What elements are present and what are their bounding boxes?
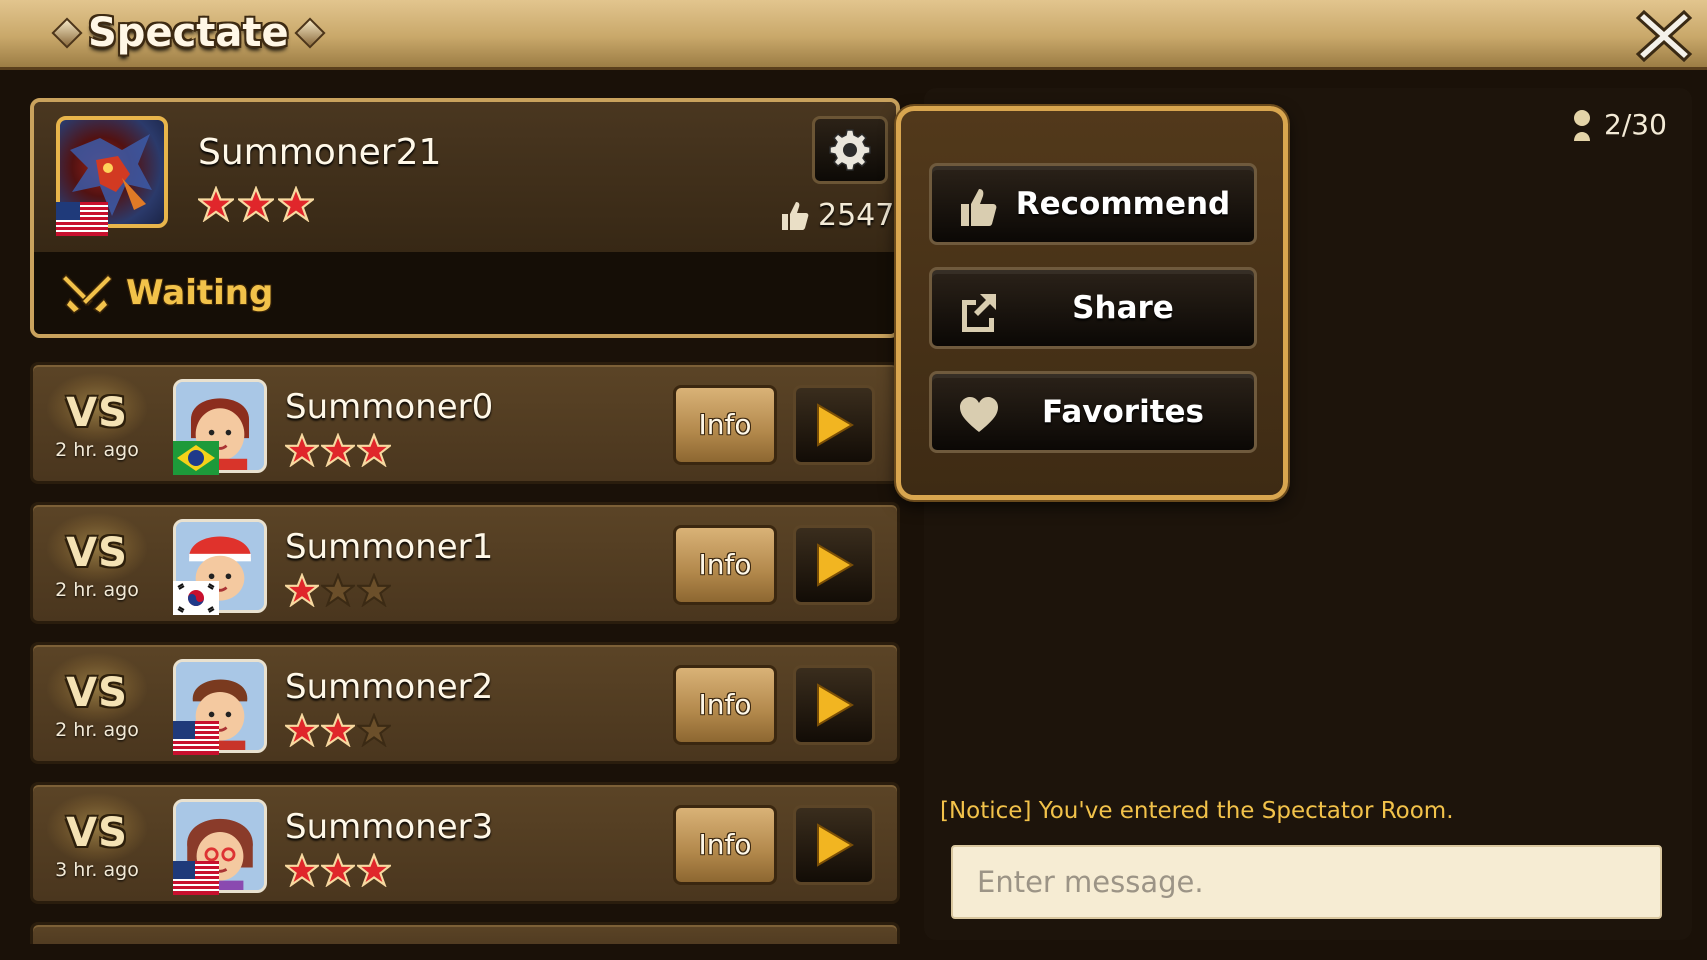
thumbs-up-icon (782, 201, 809, 230)
play-button[interactable] (793, 665, 875, 745)
star-filled-icon (278, 186, 314, 222)
play-icon (817, 823, 854, 867)
play-button[interactable] (793, 385, 875, 465)
diamond-ornament-icon (294, 17, 326, 49)
star-filled-icon (321, 433, 355, 467)
us-flag-icon (56, 202, 108, 236)
star-filled-icon (285, 573, 319, 607)
play-button[interactable] (793, 525, 875, 605)
message-input[interactable] (951, 845, 1662, 919)
options-popup: Recommend Share Favorites (896, 106, 1288, 500)
match-time: 2 hr. ago (55, 439, 139, 461)
match-row-partial (30, 922, 900, 944)
brazil-flag-icon (173, 441, 219, 475)
play-icon (817, 683, 854, 727)
star-filled-icon (285, 713, 319, 747)
us-flag-icon (173, 721, 219, 755)
host-status: Waiting (126, 273, 274, 313)
star-empty-icon (321, 573, 355, 607)
page-title: Spectate (88, 10, 289, 56)
star-filled-icon (321, 713, 355, 747)
close-x-icon (1635, 9, 1693, 63)
close-button[interactable] (1634, 6, 1694, 66)
play-button[interactable] (793, 805, 875, 885)
info-button[interactable]: Info (673, 525, 777, 605)
player-name: Summoner1 (285, 527, 494, 567)
player-star-rating (285, 713, 391, 747)
star-filled-icon (321, 853, 355, 887)
star-filled-icon (285, 853, 319, 887)
info-button[interactable]: Info (673, 385, 777, 465)
host-status-bar: Waiting (34, 252, 896, 334)
vs-label: VS (66, 810, 128, 856)
title-bar: Spectate (0, 0, 1707, 70)
crossed-swords-icon (62, 273, 112, 314)
star-empty-icon (357, 573, 391, 607)
match-time: 3 hr. ago (55, 859, 139, 881)
likes-display: 2547 (780, 198, 894, 233)
info-button[interactable]: Info (673, 665, 777, 745)
star-filled-icon (357, 853, 391, 887)
player-name: Summoner2 (285, 667, 494, 707)
star-filled-icon (238, 186, 274, 222)
vs-label: VS (66, 390, 128, 436)
player-name: Summoner3 (285, 807, 494, 847)
recommend-button[interactable]: Recommend (929, 163, 1257, 245)
share-label: Share (1072, 290, 1174, 326)
share-button[interactable]: Share (929, 267, 1257, 349)
person-icon (1574, 109, 1590, 141)
favorites-label: Favorites (1042, 394, 1204, 430)
title-wrap: Spectate (51, 10, 326, 56)
likes-count: 2547 (818, 198, 895, 233)
room-count-text: 2/30 (1604, 108, 1667, 141)
vs-badge: VS 2 hr. ago (37, 373, 157, 477)
spectate-list: Summoner21 2547 Waiting VS 2 hr. ago Sum… (30, 94, 900, 944)
star-empty-icon (357, 713, 391, 747)
host-card: Summoner21 2547 Waiting (30, 98, 900, 338)
player-star-rating (285, 573, 391, 607)
info-button[interactable]: Info (673, 805, 777, 885)
match-row: VS 2 hr. ago Summoner2 Info (30, 642, 900, 764)
match-time: 2 hr. ago (55, 579, 139, 601)
star-filled-icon (357, 433, 391, 467)
us-flag-icon (173, 861, 219, 895)
vs-badge: VS 3 hr. ago (37, 793, 157, 897)
vs-badge: VS 2 hr. ago (37, 653, 157, 757)
player-star-rating (285, 853, 391, 887)
korea-flag-icon (173, 581, 219, 615)
player-star-rating (285, 433, 391, 467)
match-row: VS 3 hr. ago Summoner3 Info (30, 782, 900, 904)
room-count: 2/30 (1570, 108, 1667, 141)
diamond-ornament-icon (51, 17, 83, 49)
match-row: VS 2 hr. ago Summoner1 Info (30, 502, 900, 624)
host-name: Summoner21 (198, 132, 442, 173)
star-filled-icon (198, 186, 234, 222)
chat-notice: [Notice] You've entered the Spectator Ro… (940, 798, 1454, 824)
vs-badge: VS 2 hr. ago (37, 513, 157, 617)
vs-label: VS (66, 670, 128, 716)
host-header: Summoner21 2547 (34, 102, 896, 252)
play-icon (817, 403, 854, 447)
play-icon (817, 543, 854, 587)
settings-button[interactable] (812, 116, 888, 184)
recommend-label: Recommend (1015, 186, 1231, 222)
gear-icon (829, 129, 871, 171)
player-name: Summoner0 (285, 387, 494, 427)
star-filled-icon (285, 433, 319, 467)
host-star-rating (198, 186, 314, 222)
match-row: VS 2 hr. ago Summoner0 Info (30, 362, 900, 484)
match-time: 2 hr. ago (55, 719, 139, 741)
vs-label: VS (66, 530, 128, 576)
favorites-button[interactable]: Favorites (929, 371, 1257, 453)
